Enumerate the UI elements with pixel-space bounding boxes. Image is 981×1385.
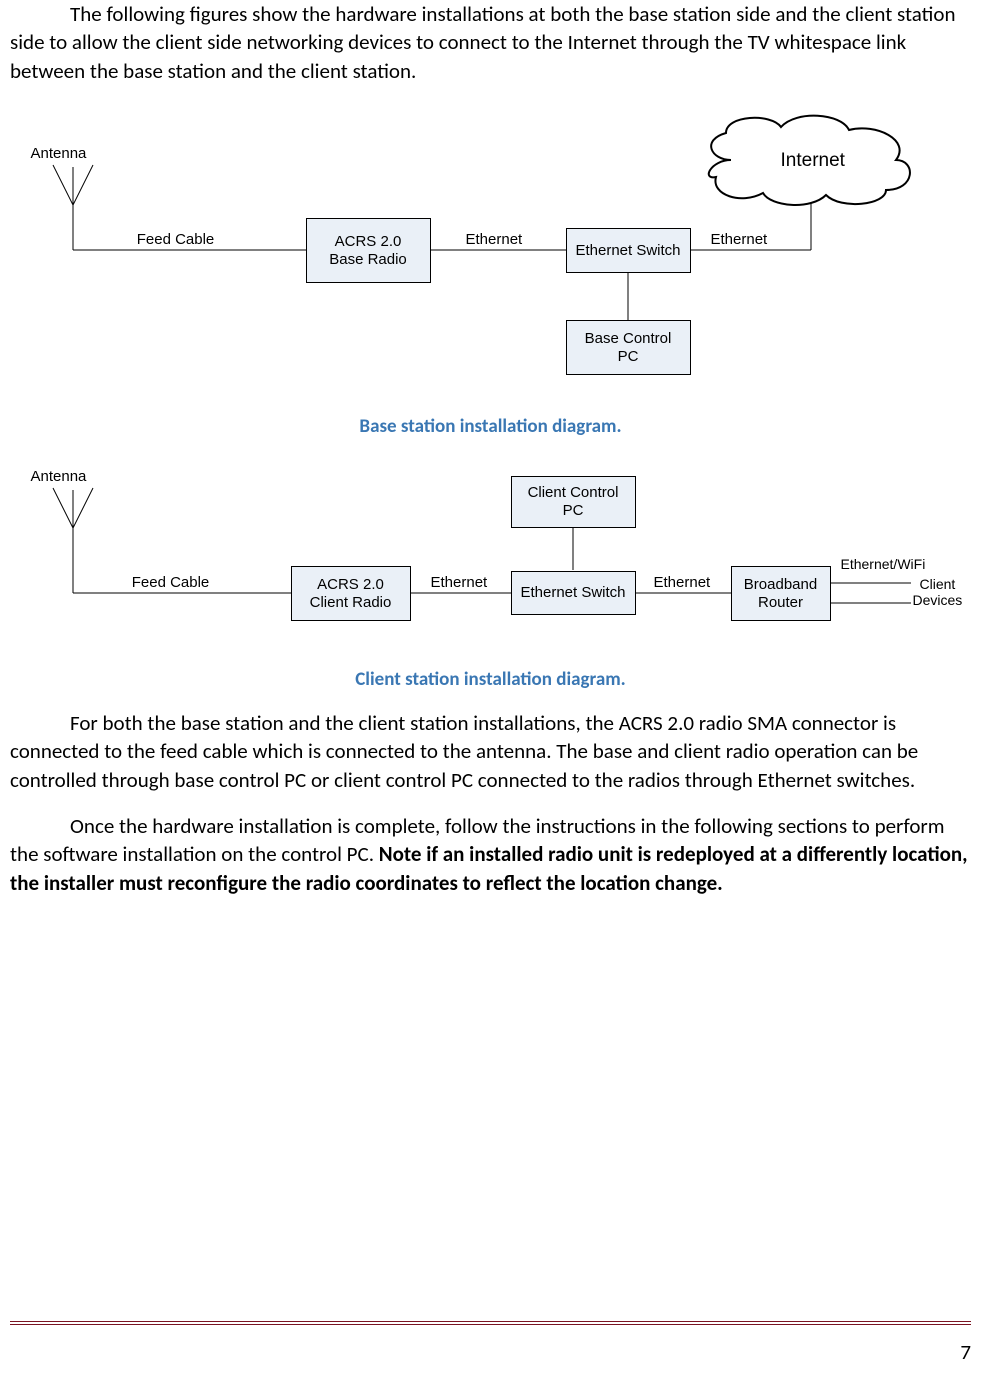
ethernet-label-1: Ethernet (466, 231, 523, 248)
ethernet-wifi-label: Ethernet/WiFi (841, 556, 926, 572)
base-control-pc-node: Base Control PC (566, 320, 691, 375)
feed-cable-label-2: Feed Cable (121, 574, 221, 591)
antenna-label-2: Antenna (31, 468, 87, 485)
caption-1: Base station installation diagram. (10, 415, 971, 438)
client-radio-node: ACRS 2.0 Client Radio (291, 566, 411, 621)
ethernet-label-2: Ethernet (711, 231, 768, 248)
client-control-pc-node: Client Control PC (511, 476, 636, 528)
internet-label: Internet (781, 150, 845, 172)
paragraph-2: For both the base station and the client… (10, 709, 971, 794)
diagram2-svg (11, 458, 971, 658)
ethernet-label-4: Ethernet (654, 574, 711, 591)
ethernet-label-3: Ethernet (431, 574, 488, 591)
broadband-router-node: Broadband Router (731, 566, 831, 621)
client-station-diagram: Antenna Feed Cable Ethernet Ethernet Eth… (11, 458, 971, 658)
page-number: 7 (960, 1339, 971, 1365)
caption-2: Client station installation diagram. (10, 668, 971, 691)
intro-paragraph: The following figures show the hardware … (10, 0, 971, 85)
base-station-diagram: Antenna Feed Cable Ethernet Ethernet Int… (11, 105, 971, 405)
ethernet-switch-node: Ethernet Switch (566, 228, 691, 273)
paragraph-3: Once the hardware installation is comple… (10, 812, 971, 897)
footer-rule (10, 1321, 971, 1325)
antenna-label: Antenna (31, 145, 87, 162)
base-radio-node: ACRS 2.0 Base Radio (306, 218, 431, 283)
client-devices-label: Client Devices (913, 576, 963, 608)
ethernet-switch-node-2: Ethernet Switch (511, 571, 636, 615)
feed-cable-label: Feed Cable (126, 231, 226, 248)
